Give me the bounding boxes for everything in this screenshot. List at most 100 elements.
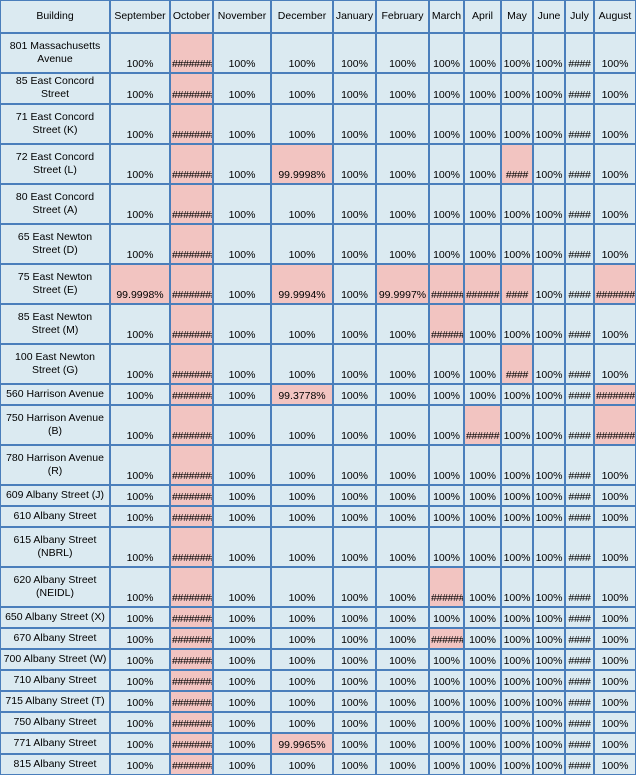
uptime-cell-september[interactable]: 100%	[110, 733, 170, 754]
uptime-cell-december[interactable]: 100%	[271, 649, 333, 670]
uptime-cell-june[interactable]: 100%	[533, 527, 565, 567]
table-row[interactable]: 85 East Concord Street 100% ######## 100% 10…	[0, 73, 636, 104]
uptime-cell-august[interactable]: ########	[594, 264, 636, 304]
uptime-cell-march[interactable]: 100%	[429, 344, 464, 384]
uptime-cell-december[interactable]: 100%	[271, 73, 333, 104]
uptime-cell-january[interactable]: 100%	[333, 144, 376, 184]
uptime-cell-march[interactable]: ######	[429, 304, 464, 344]
uptime-cell-september[interactable]: 100%	[110, 485, 170, 506]
uptime-cell-january[interactable]: 100%	[333, 445, 376, 485]
uptime-cell-november[interactable]: 100%	[213, 144, 271, 184]
column-header-building[interactable]: Building	[0, 0, 110, 33]
uptime-cell-april[interactable]: ######	[464, 264, 501, 304]
table-row[interactable]: 560 Harrison Avenue 100% ######## 100% 99.37…	[0, 384, 636, 405]
uptime-cell-july[interactable]: ####	[565, 33, 594, 73]
building-name-cell[interactable]: 750 Harrison Avenue (B)	[0, 405, 110, 445]
uptime-cell-january[interactable]: 100%	[333, 485, 376, 506]
uptime-cell-january[interactable]: 100%	[333, 104, 376, 144]
building-name-cell[interactable]: 700 Albany Street (W)	[0, 649, 110, 670]
uptime-cell-march[interactable]: ######	[429, 628, 464, 649]
uptime-cell-december[interactable]: 100%	[271, 527, 333, 567]
uptime-cell-december[interactable]: 100%	[271, 224, 333, 264]
uptime-cell-june[interactable]: 100%	[533, 33, 565, 73]
uptime-cell-january[interactable]: 100%	[333, 733, 376, 754]
table-row[interactable]: 750 Albany Street 100% ######## 100% 100% 100…	[0, 712, 636, 733]
uptime-cell-december[interactable]: 100%	[271, 628, 333, 649]
uptime-cell-november[interactable]: 100%	[213, 104, 271, 144]
uptime-cell-december[interactable]: 99.3778%	[271, 384, 333, 405]
column-header-august[interactable]: August	[594, 0, 636, 33]
uptime-cell-april[interactable]: 100%	[464, 33, 501, 73]
uptime-cell-march[interactable]: 100%	[429, 607, 464, 628]
uptime-cell-september[interactable]: 100%	[110, 567, 170, 607]
table-row[interactable]: 780 Harrison Avenue (R) 100% ######## 100% 1…	[0, 445, 636, 485]
uptime-cell-march[interactable]: 100%	[429, 445, 464, 485]
uptime-cell-july[interactable]: ####	[565, 73, 594, 104]
uptime-cell-january[interactable]: 100%	[333, 506, 376, 527]
uptime-cell-august[interactable]: 100%	[594, 628, 636, 649]
uptime-cell-april[interactable]: 100%	[464, 754, 501, 775]
uptime-cell-november[interactable]: 100%	[213, 184, 271, 224]
uptime-cell-may[interactable]: 100%	[501, 33, 533, 73]
uptime-cell-october[interactable]: ########	[170, 733, 213, 754]
uptime-cell-june[interactable]: 100%	[533, 506, 565, 527]
uptime-cell-april[interactable]: 100%	[464, 304, 501, 344]
uptime-cell-october[interactable]: ########	[170, 264, 213, 304]
table-row[interactable]: 750 Harrison Avenue (B) 100% ######## 100% 1…	[0, 405, 636, 445]
uptime-cell-june[interactable]: 100%	[533, 445, 565, 485]
building-name-cell[interactable]: 670 Albany Street	[0, 628, 110, 649]
uptime-cell-may[interactable]: 100%	[501, 485, 533, 506]
building-name-cell[interactable]: 771 Albany Street	[0, 733, 110, 754]
building-name-cell[interactable]: 100 East Newton Street (G)	[0, 344, 110, 384]
column-header-july[interactable]: July	[565, 0, 594, 33]
uptime-cell-november[interactable]: 100%	[213, 405, 271, 445]
uptime-cell-april[interactable]: 100%	[464, 691, 501, 712]
uptime-cell-july[interactable]: ####	[565, 224, 594, 264]
uptime-cell-november[interactable]: 100%	[213, 485, 271, 506]
table-row[interactable]: 771 Albany Street 100% ######## 100% 99.9965…	[0, 733, 636, 754]
uptime-cell-december[interactable]: 100%	[271, 567, 333, 607]
uptime-cell-august[interactable]: 100%	[594, 691, 636, 712]
uptime-cell-may[interactable]: 100%	[501, 691, 533, 712]
uptime-cell-november[interactable]: 100%	[213, 733, 271, 754]
building-name-cell[interactable]: 815 Albany Street	[0, 754, 110, 775]
uptime-cell-march[interactable]: 100%	[429, 184, 464, 224]
uptime-cell-december[interactable]: 100%	[271, 184, 333, 224]
uptime-cell-march[interactable]: 100%	[429, 754, 464, 775]
table-row[interactable]: 710 Albany Street 100% ######## 100% 100% 100…	[0, 670, 636, 691]
uptime-cell-june[interactable]: 100%	[533, 264, 565, 304]
uptime-cell-may[interactable]: 100%	[501, 527, 533, 567]
uptime-cell-march[interactable]: 100%	[429, 104, 464, 144]
uptime-cell-december[interactable]: 100%	[271, 754, 333, 775]
uptime-cell-december[interactable]: 100%	[271, 691, 333, 712]
uptime-cell-february[interactable]: 100%	[376, 691, 429, 712]
uptime-cell-february[interactable]: 100%	[376, 104, 429, 144]
uptime-cell-march[interactable]: 100%	[429, 670, 464, 691]
uptime-cell-december[interactable]: 100%	[271, 445, 333, 485]
uptime-cell-february[interactable]: 100%	[376, 384, 429, 405]
uptime-cell-december[interactable]: 99.9994%	[271, 264, 333, 304]
uptime-cell-december[interactable]: 100%	[271, 33, 333, 73]
table-row[interactable]: 650 Albany Street (X) 100% ######## 100% 100…	[0, 607, 636, 628]
uptime-cell-november[interactable]: 100%	[213, 628, 271, 649]
uptime-cell-july[interactable]: ####	[565, 567, 594, 607]
uptime-cell-june[interactable]: 100%	[533, 733, 565, 754]
uptime-cell-july[interactable]: ####	[565, 628, 594, 649]
table-row[interactable]: 72 East Concord Street (L) 100% ######## 10…	[0, 144, 636, 184]
uptime-cell-september[interactable]: 100%	[110, 445, 170, 485]
uptime-cell-march[interactable]: 100%	[429, 224, 464, 264]
building-name-cell[interactable]: 750 Albany Street	[0, 712, 110, 733]
uptime-cell-july[interactable]: ####	[565, 264, 594, 304]
uptime-cell-april[interactable]: 100%	[464, 649, 501, 670]
uptime-cell-february[interactable]: 100%	[376, 144, 429, 184]
uptime-cell-april[interactable]: 100%	[464, 144, 501, 184]
uptime-cell-september[interactable]: 100%	[110, 607, 170, 628]
uptime-cell-july[interactable]: ####	[565, 607, 594, 628]
uptime-cell-june[interactable]: 100%	[533, 344, 565, 384]
table-row[interactable]: 815 Albany Street 100% ######## 100% 100% 100…	[0, 754, 636, 775]
uptime-cell-november[interactable]: 100%	[213, 691, 271, 712]
uptime-cell-january[interactable]: 100%	[333, 712, 376, 733]
uptime-cell-august[interactable]: 100%	[594, 344, 636, 384]
building-name-cell[interactable]: 65 East Newton Street (D)	[0, 224, 110, 264]
building-name-cell[interactable]: 80 East Concord Street (A)	[0, 184, 110, 224]
